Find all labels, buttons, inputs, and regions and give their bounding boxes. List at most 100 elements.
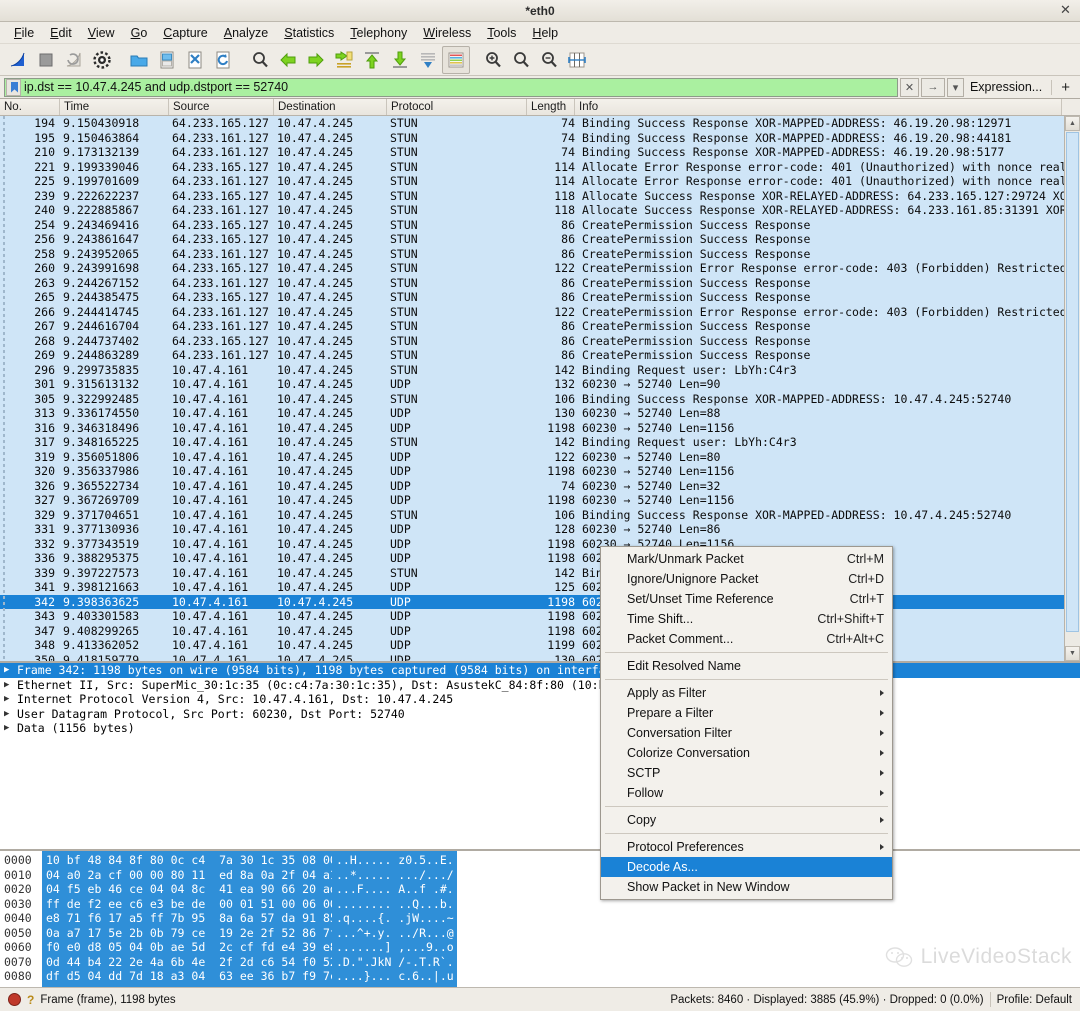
column-header-info[interactable]: Info [575, 99, 1062, 115]
scrollbar-thumb[interactable] [1066, 132, 1079, 632]
hex-bytes-column[interactable]: 10 bf 48 84 8f 80 0c c4 7a 30 1c 35 08 0… [42, 851, 378, 987]
packet-row[interactable]: 313 9.336174550 10.47.4.161 10.47.4.245 UDP 1… [0, 406, 1080, 421]
open-file-icon[interactable] [125, 46, 153, 74]
packet-details-pane[interactable]: ▶ Frame 342: 1198 bytes on wire (9584 bit… [0, 661, 1080, 849]
close-file-icon[interactable] [181, 46, 209, 74]
packet-row[interactable]: 339 9.397227573 10.47.4.161 10.47.4.245 STUN… [0, 566, 1080, 581]
capture-status-icon[interactable] [8, 993, 21, 1006]
context-menu-item-copy[interactable]: Copy [601, 810, 892, 830]
menu-analyze[interactable]: Analyze [216, 24, 276, 42]
packet-row[interactable]: 210 9.173132139 64.233.161.127 10.47.4.245 S… [0, 145, 1080, 160]
detail-row[interactable]: ▶ Data (1156 bytes) [0, 721, 1080, 736]
packet-row[interactable]: 269 9.244863289 64.233.161.127 10.47.4.245 S… [0, 348, 1080, 363]
packet-row[interactable]: 296 9.299735835 10.47.4.161 10.47.4.245 STUN… [0, 363, 1080, 378]
clear-filter-button[interactable]: ✕ [899, 77, 919, 97]
menu-file[interactable]: File [6, 24, 42, 42]
packet-row[interactable]: 239 9.222622237 64.233.165.127 10.47.4.245 S… [0, 189, 1080, 204]
context-menu-item-protocol-preferences[interactable]: Protocol Preferences [601, 837, 892, 857]
packet-row[interactable]: 256 9.243861647 64.233.165.127 10.47.4.245 S… [0, 232, 1080, 247]
packet-row[interactable]: 267 9.244616704 64.233.161.127 10.47.4.245 S… [0, 319, 1080, 334]
context-menu-item-sctp[interactable]: SCTP [601, 763, 892, 783]
context-menu-item-set-unset-time-reference[interactable]: Set/Unset Time Reference Ctrl+T [601, 589, 892, 609]
go-to-last-packet-icon[interactable] [386, 46, 414, 74]
menu-help[interactable]: Help [524, 24, 566, 42]
packet-row[interactable]: 266 9.244414745 64.233.161.127 10.47.4.245 S… [0, 305, 1080, 320]
packet-row[interactable]: 268 9.244737402 64.233.165.127 10.47.4.245 S… [0, 334, 1080, 349]
menu-edit[interactable]: Edit [42, 24, 80, 42]
packet-row[interactable]: 195 9.150463864 64.233.161.127 10.47.4.245 S… [0, 131, 1080, 146]
menu-capture[interactable]: Capture [155, 24, 215, 42]
packet-row[interactable]: 301 9.315613132 10.47.4.161 10.47.4.245 UDP 1… [0, 377, 1080, 392]
expand-triangle-icon[interactable]: ▶ [4, 678, 17, 693]
packet-row[interactable]: 316 9.346318496 10.47.4.161 10.47.4.245 UDP 1… [0, 421, 1080, 436]
auto-scroll-icon[interactable] [414, 46, 442, 74]
close-icon[interactable]: ✕ [1058, 3, 1073, 18]
packet-row[interactable]: 347 9.408299265 10.47.4.161 10.47.4.245 UDP 1… [0, 624, 1080, 639]
context-menu-item-edit-resolved-name[interactable]: Edit Resolved Name [601, 656, 892, 676]
context-menu-item-conversation-filter[interactable]: Conversation Filter [601, 723, 892, 743]
packet-row[interactable]: 329 9.371704651 10.47.4.161 10.47.4.245 STUN… [0, 508, 1080, 523]
packet-row[interactable]: 258 9.243952065 64.233.161.127 10.47.4.245 S… [0, 247, 1080, 262]
menu-telephony[interactable]: Telephony [342, 24, 415, 42]
expand-triangle-icon[interactable]: ▶ [4, 721, 17, 736]
filter-history-dropdown[interactable]: ▾ [946, 77, 964, 97]
scroll-up-button[interactable]: ▲ [1065, 116, 1080, 131]
context-menu-item-packet-comment[interactable]: Packet Comment... Ctrl+Alt+C [601, 629, 892, 649]
find-packet-icon[interactable] [246, 46, 274, 74]
packet-row[interactable]: 225 9.199701609 64.233.161.127 10.47.4.245 S… [0, 174, 1080, 189]
packet-row[interactable]: 260 9.243991698 64.233.165.127 10.47.4.245 S… [0, 261, 1080, 276]
colorize-packets-icon[interactable] [442, 45, 470, 74]
reload-file-icon[interactable] [209, 46, 237, 74]
menu-view[interactable]: View [80, 24, 123, 42]
packet-row[interactable]: 240 9.222885867 64.233.161.127 10.47.4.245 S… [0, 203, 1080, 218]
packet-list-header[interactable]: No. Time Source Destination Protocol Length In… [0, 99, 1080, 116]
stop-capture-icon[interactable] [32, 46, 60, 74]
packet-row[interactable]: 336 9.388295375 10.47.4.161 10.47.4.245 UDP 1… [0, 551, 1080, 566]
context-menu-item-show-packet-in-new-window[interactable]: Show Packet in New Window [601, 877, 892, 897]
packet-row[interactable]: 317 9.348165225 10.47.4.161 10.47.4.245 STUN… [0, 435, 1080, 450]
packet-list-rows[interactable]: 194 9.150430918 64.233.165.127 10.47.4.245 S… [0, 116, 1080, 661]
column-header-source[interactable]: Source [169, 99, 274, 115]
detail-row[interactable]: ▶ Ethernet II, Src: SuperMic_30:1c:35 (0c… [0, 678, 1080, 693]
packet-bytes-pane[interactable]: 0000 0010 0020 0030 0040 0050 0060 0070 0080 10 … [0, 849, 1080, 987]
context-menu-item-decode-as[interactable]: Decode As... [601, 857, 892, 877]
menu-statistics[interactable]: Statistics [276, 24, 342, 42]
go-forward-icon[interactable] [302, 46, 330, 74]
packet-row[interactable]: 194 9.150430918 64.233.165.127 10.47.4.245 S… [0, 116, 1080, 131]
packet-row[interactable]: 332 9.377343519 10.47.4.161 10.47.4.245 UDP 1… [0, 537, 1080, 552]
packet-row[interactable]: 305 9.322992485 10.47.4.161 10.47.4.245 STUN… [0, 392, 1080, 407]
capture-options-gear-icon[interactable] [88, 46, 116, 74]
context-menu-item-apply-as-filter[interactable]: Apply as Filter [601, 683, 892, 703]
normal-size-icon[interactable] [535, 46, 563, 74]
context-menu-item-colorize-conversation[interactable]: Colorize Conversation [601, 743, 892, 763]
packet-row[interactable]: 342 9.398363625 10.47.4.161 10.47.4.245 UDP 1… [0, 594, 1080, 609]
context-menu-item-prepare-a-filter[interactable]: Prepare a Filter [601, 703, 892, 723]
column-header-destination[interactable]: Destination [274, 99, 387, 115]
menu-go[interactable]: Go [123, 24, 156, 42]
column-header-length[interactable]: Length [527, 99, 575, 115]
restart-capture-icon[interactable] [60, 46, 88, 74]
packet-row[interactable]: 254 9.243469416 64.233.165.127 10.47.4.245 S… [0, 218, 1080, 233]
apply-filter-button[interactable]: → [920, 77, 945, 97]
packet-row[interactable]: 343 9.403301583 10.47.4.161 10.47.4.245 UDP 1… [0, 609, 1080, 624]
expand-triangle-icon[interactable]: ▶ [4, 663, 17, 678]
context-menu-item-time-shift[interactable]: Time Shift... Ctrl+Shift+T [601, 609, 892, 629]
status-profile[interactable]: Profile: Default [997, 994, 1072, 1006]
packet-row[interactable]: 263 9.244267152 64.233.161.127 10.47.4.245 S… [0, 276, 1080, 291]
filter-bookmark-icon[interactable] [6, 78, 21, 96]
packet-list-scrollbar[interactable]: ▲ ▼ [1064, 116, 1080, 661]
menu-wireless[interactable]: Wireless [415, 24, 479, 42]
hex-ascii-column[interactable]: ..H..... z0.5..E. ..*..... .../.../...F..… [332, 851, 457, 987]
go-back-icon[interactable] [274, 46, 302, 74]
resize-columns-icon[interactable] [563, 46, 591, 74]
context-menu-item-mark-unmark-packet[interactable]: Mark/Unmark Packet Ctrl+M [601, 549, 892, 569]
go-to-packet-icon[interactable] [330, 46, 358, 74]
help-icon[interactable]: ? [27, 993, 34, 1007]
packet-row[interactable]: 221 9.199339046 64.233.165.127 10.47.4.245 S… [0, 160, 1080, 175]
save-file-icon[interactable] [153, 46, 181, 74]
detail-row[interactable]: ▶ User Datagram Protocol, Src Port: 60230… [0, 707, 1080, 722]
packet-row[interactable]: 265 9.244385475 64.233.165.127 10.47.4.245 S… [0, 290, 1080, 305]
column-header-time[interactable]: Time [60, 99, 169, 115]
filter-expression-button[interactable]: Expression... [964, 80, 1048, 94]
expand-triangle-icon[interactable]: ▶ [4, 692, 17, 707]
